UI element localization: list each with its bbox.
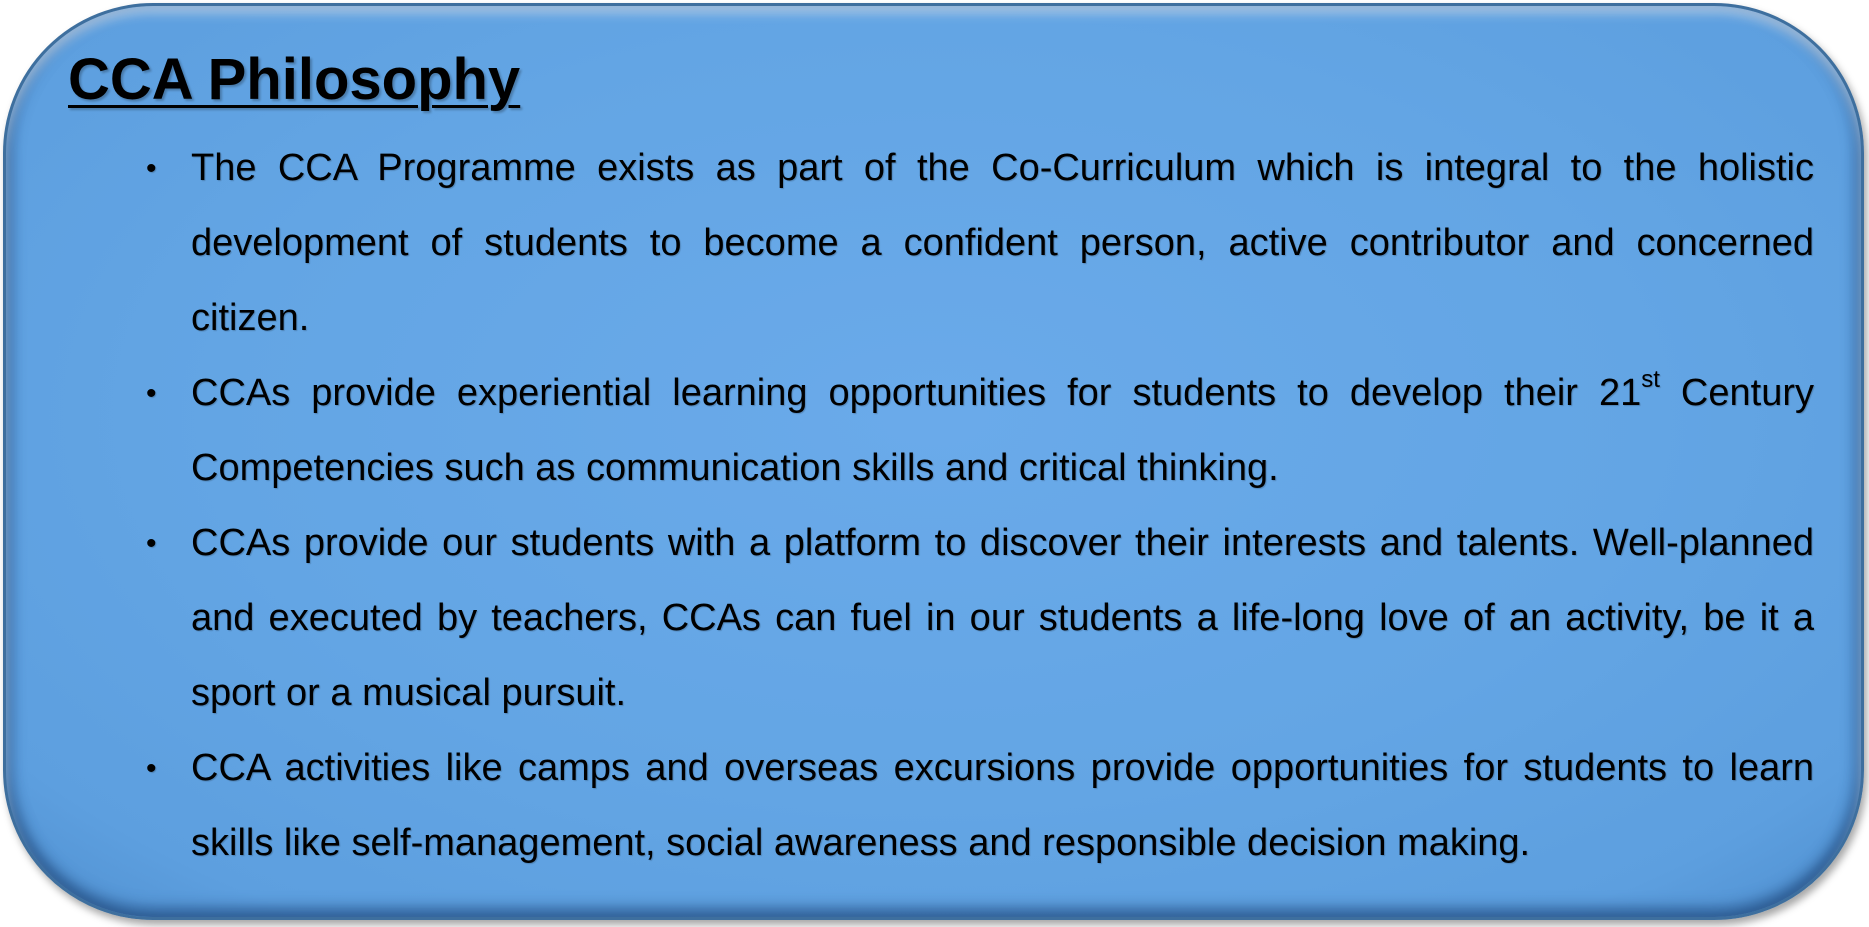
bullet-text: The CCA Programme exists as part of the … [191, 147, 1814, 339]
list-item: • CCAs provide our students with a platf… [146, 506, 1814, 731]
bullet-list: • The CCA Programme exists as part of th… [146, 131, 1814, 881]
bullet-text: CCA activities like camps and overseas e… [191, 747, 1814, 864]
list-item: • CCAs provide experiential learning opp… [146, 356, 1814, 506]
bullet-dot-icon: • [146, 377, 157, 410]
bullet-dot-icon: • [146, 152, 157, 185]
bullet-text: CCAs provide experiential learning oppor… [191, 372, 1642, 414]
bullet-dot-icon: • [146, 527, 157, 560]
list-item: • The CCA Programme exists as part of th… [146, 131, 1814, 356]
superscript-ordinal: st [1641, 366, 1660, 393]
list-item: • CCA activities like camps and overseas… [146, 731, 1814, 881]
page-title: CCA Philosophy [68, 47, 521, 112]
philosophy-panel: CCA Philosophy • The CCA Programme exist… [3, 3, 1864, 920]
bullet-dot-icon: • [146, 752, 157, 785]
bullet-text: CCAs provide our students with a platfor… [191, 522, 1814, 714]
